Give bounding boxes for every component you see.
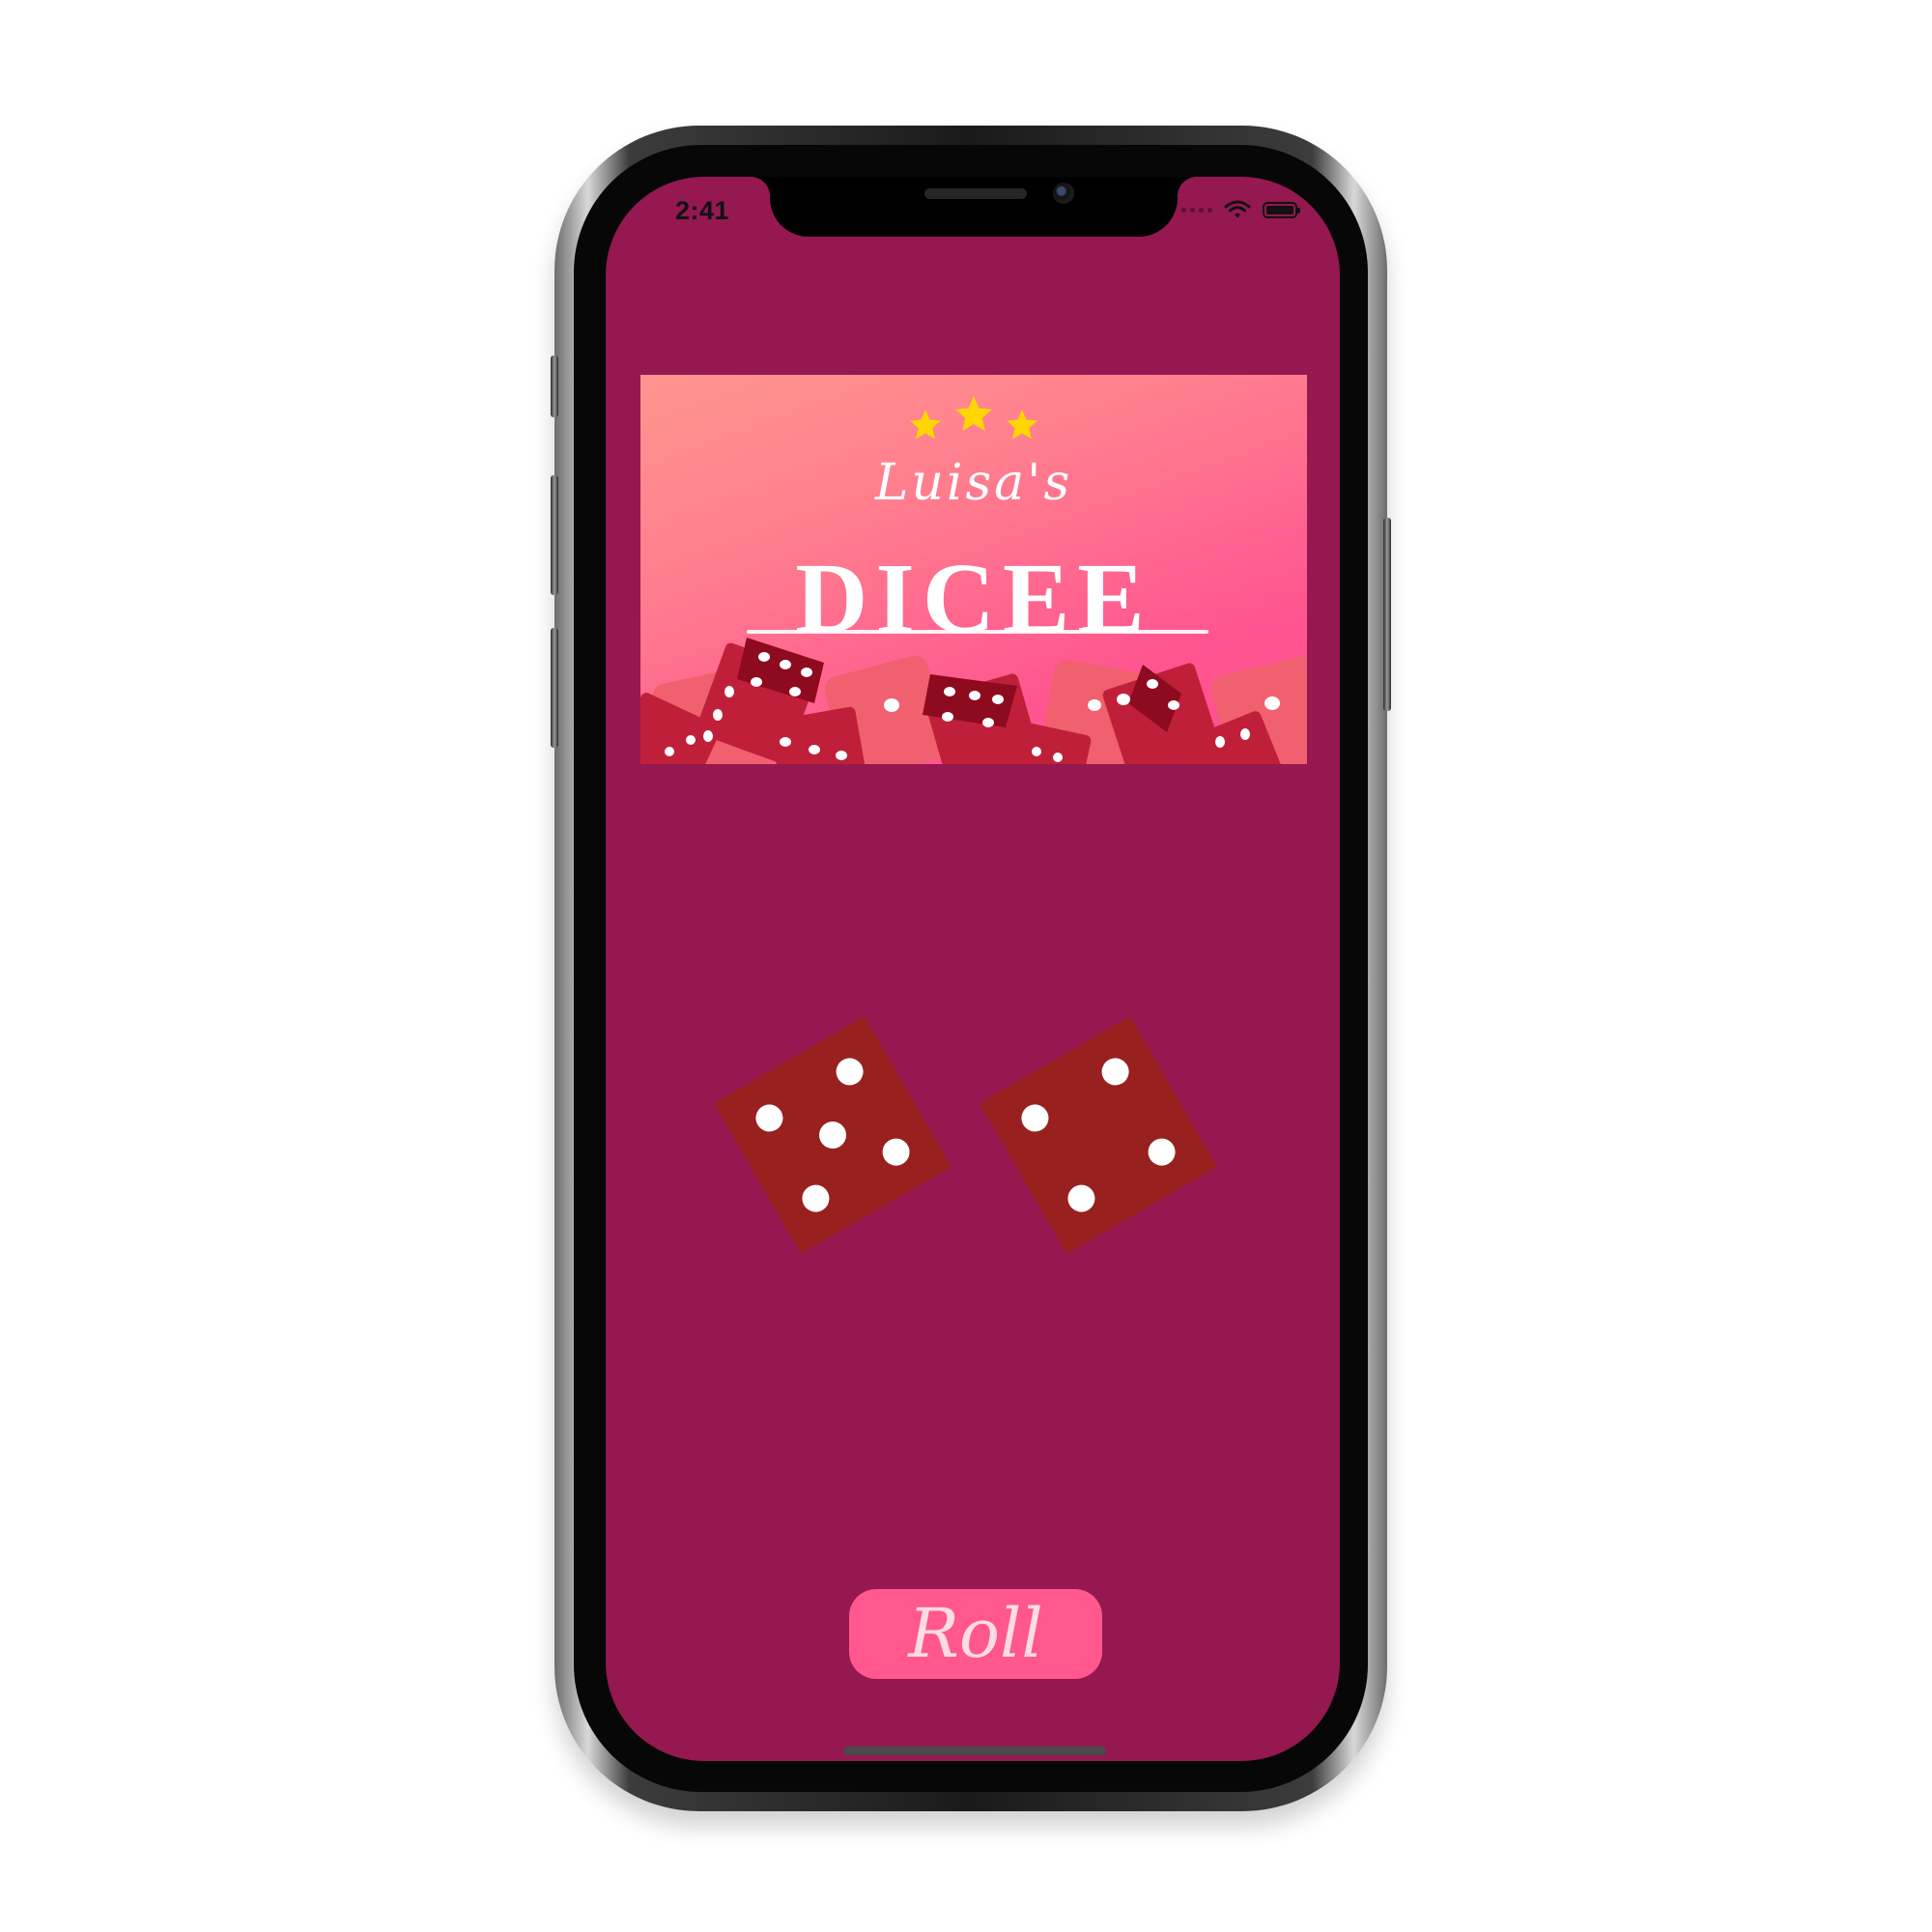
signal-dots-icon <box>1181 207 1212 213</box>
home-indicator[interactable] <box>843 1747 1106 1755</box>
logo-subtitle: Luisa's <box>874 454 1073 512</box>
status-time: 2:41 <box>675 196 730 225</box>
dice-pile-illustration <box>640 638 1307 764</box>
volume-down-button <box>551 628 558 748</box>
app-screen: 2:41 Luisa's DICEE Roll <box>606 177 1340 1761</box>
volume-up-button <box>551 475 558 595</box>
mute-switch <box>551 355 558 417</box>
status-icons <box>1181 200 1300 219</box>
earpiece-speaker <box>924 188 1027 199</box>
roll-button[interactable]: Roll <box>849 1589 1102 1679</box>
notch <box>751 177 1197 237</box>
wifi-icon <box>1224 200 1251 218</box>
stars-icon <box>910 396 1037 440</box>
battery-icon <box>1263 201 1300 218</box>
right-die <box>980 1016 1217 1254</box>
dicee-logo-banner: Luisa's DICEE <box>640 375 1307 764</box>
power-button <box>1383 518 1391 711</box>
front-camera <box>1053 183 1074 204</box>
logo-underline <box>747 630 1208 634</box>
left-die <box>714 1016 952 1254</box>
